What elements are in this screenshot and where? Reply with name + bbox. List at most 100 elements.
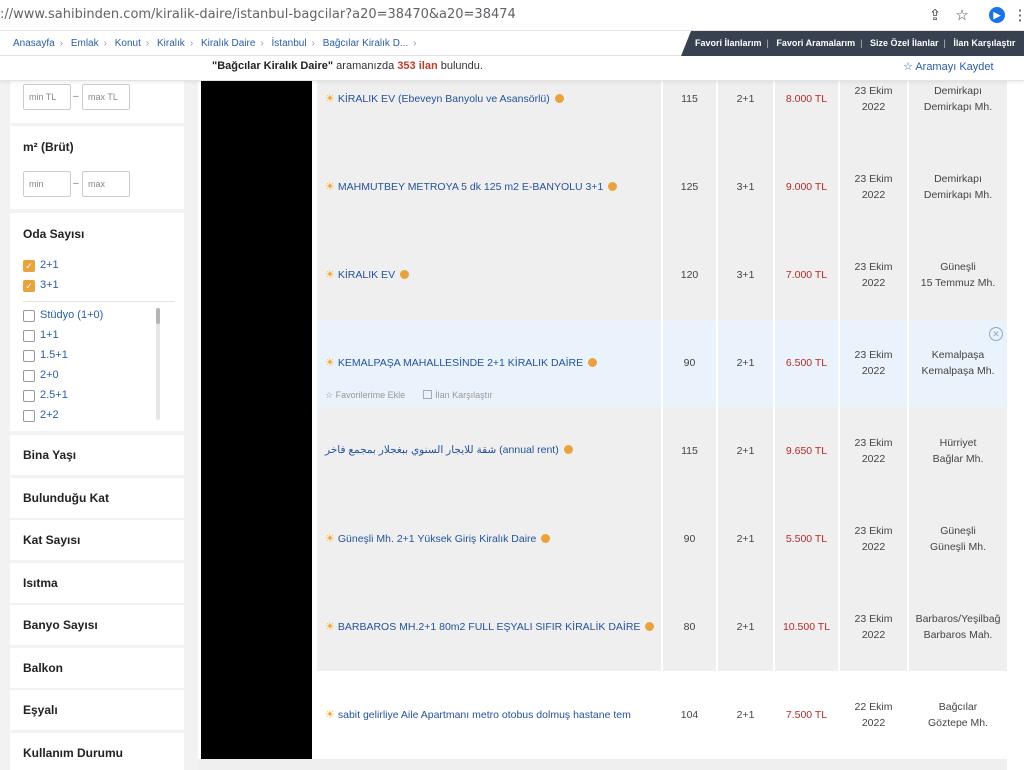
room-checkbox[interactable] [23, 330, 35, 342]
sun-icon: ☀ [325, 709, 335, 721]
filter-furnished[interactable]: Eşyalı [10, 690, 184, 730]
breadcrumb-item[interactable]: Emlak [71, 38, 99, 49]
room-checkbox-checked[interactable]: ✓ [23, 260, 35, 272]
listing-date: 23 Ekim 2022 [840, 143, 908, 231]
listing-price: 9.000 TL [775, 143, 839, 231]
listing-rooms: 2+1 [718, 81, 774, 143]
highlight-icon [400, 270, 410, 279]
listing-price: 9.650 TL [775, 407, 839, 495]
listing-thumbnail[interactable] [201, 495, 312, 583]
filter-sidebar: min TL – max TL m² (Brüt) min – max Oda … [0, 81, 198, 770]
listing-rooms: 2+1 [718, 583, 774, 671]
listing-title[interactable]: شقة للايجار السنوي ببغجلار بمجمع فاخر (a… [325, 444, 573, 456]
filter-bathroom-count[interactable]: Banyo Sayısı [10, 605, 184, 645]
table-row-hovered[interactable]: ☀ KEMALPAŞA MAHALLESİNDE 2+1 KİRALIK DAİR… [198, 319, 1024, 407]
m2-max-input[interactable]: max [82, 171, 130, 197]
listing-price: 7.000 TL [775, 231, 839, 319]
listing-title[interactable]: ☀ Güneşli Mh. 2+1 Yüksek Giriş Kiralık Da… [325, 532, 551, 545]
room-checkbox-checked[interactable]: ✓ [23, 280, 35, 292]
room-checkbox[interactable] [23, 410, 35, 422]
room-option-label: 1.5+1 [40, 349, 68, 361]
bookmark-star-icon[interactable]: ☆ [952, 6, 972, 26]
table-row[interactable]: ☀ MAHMUTBEY METROYA 5 dk 125 m2 E-BANYOLU… [198, 143, 1024, 231]
breadcrumb-item[interactable]: Kiralık [157, 38, 185, 49]
table-row[interactable]: ☀ sabit gelirliye Aile Apartmanı metro ot… [198, 671, 1024, 759]
room-option-label: 1+1 [40, 329, 59, 341]
special-listings-link[interactable]: Size Özel İlanlar [870, 38, 939, 48]
table-row[interactable]: ☀ KİRALIK EV 120 3+1 7.000 TL 23 Ekim 2022… [198, 231, 1024, 319]
rooms-scrollbar[interactable] [156, 308, 160, 420]
close-icon[interactable]: ✕ [989, 327, 1003, 341]
breadcrumb-item[interactable]: Kiralık Daire [201, 38, 255, 49]
listing-m2: 115 [663, 407, 717, 495]
listing-date: 23 Ekim 2022 [840, 231, 908, 319]
breadcrumb-item[interactable]: Anasayfa [13, 38, 55, 49]
filter-usage-status[interactable]: Kullanım Durumu [10, 733, 184, 770]
compare-checkbox[interactable]: İlan Karşılaştır [423, 390, 493, 400]
listing-thumbnail[interactable] [201, 407, 312, 495]
user-links-bar: Favori İlanlarım | Favori Aramalarım | Siz… [681, 31, 1024, 56]
m2-min-input[interactable]: min [23, 171, 71, 197]
save-search-link[interactable]: ☆ Aramayı Kaydet [903, 60, 994, 73]
search-summary: "Bağcılar Kiralık Daire" aramanızda 353 … [0, 56, 1024, 81]
breadcrumb-item[interactable]: Konut [115, 38, 141, 49]
listing-location: Barbaros/Yeşilbağ Barbaros Mah. [909, 583, 1008, 671]
m2-filter-title: m² (Brüt) [23, 140, 74, 154]
table-row[interactable] [198, 759, 1024, 770]
listing-title[interactable]: ☀ KİRALIK EV [325, 268, 410, 281]
listing-m2: 120 [663, 231, 717, 319]
breadcrumb-item[interactable]: Bağcılar Kiralık D... [323, 38, 409, 49]
add-favorite-button[interactable]: ☆ Favorilerime Ekle [325, 390, 405, 400]
table-row[interactable]: ☀ Güneşli Mh. 2+1 Yüksek Giriş Kiralık Da… [198, 495, 1024, 583]
filter-floor-count[interactable]: Kat Sayısı [10, 520, 184, 560]
price-max-input[interactable]: max TL [82, 84, 130, 110]
listing-thumbnail[interactable] [201, 583, 312, 671]
listing-title[interactable]: ☀ MAHMUTBEY METROYA 5 dk 125 m2 E-BANYOLU… [325, 180, 618, 193]
table-row[interactable]: ☀ BARBAROS MH.2+1 80m2 FULL EŞYALI SIFIR … [198, 583, 1024, 671]
listing-thumbnail[interactable] [201, 319, 312, 407]
table-row[interactable]: شقة للايجار السنوي ببغجلار بمجمع فاخر (a… [198, 407, 1024, 495]
favorite-listings-link[interactable]: Favori İlanlarım [695, 38, 762, 48]
filter-heating[interactable]: Isıtma [10, 563, 184, 603]
listing-m2: 90 [663, 319, 717, 407]
sun-icon: ☀ [325, 93, 335, 105]
listing-date: 23 Ekim 2022 [840, 81, 908, 143]
room-checkbox[interactable] [23, 390, 35, 402]
compare-listings-link[interactable]: İlan Karşılaştır [953, 38, 1015, 48]
listing-title[interactable]: ☀ sabit gelirliye Aile Apartmanı metro ot… [325, 708, 631, 721]
listing-price: 10.500 TL [775, 583, 839, 671]
rooms-filter-title: Oda Sayısı [23, 227, 85, 241]
more-menu-icon[interactable]: ⋮ [1010, 6, 1024, 26]
listing-title[interactable]: ☀ KİRALIK EV (Ebeveyn Banyolu ve Asansörl… [325, 92, 564, 105]
listing-thumbnail[interactable] [201, 143, 312, 231]
share-icon[interactable]: ⇪ [925, 6, 945, 26]
listing-location: Demirkapı Demirkapı Mh. [909, 143, 1008, 231]
favorite-searches-link[interactable]: Favori Aramalarım [776, 38, 855, 48]
table-row[interactable]: ☀ KİRALIK EV (Ebeveyn Banyolu ve Asansörl… [198, 81, 1024, 143]
listing-rooms: 2+1 [718, 495, 774, 583]
room-checkbox[interactable] [23, 310, 35, 322]
extension-icon[interactable]: ▶ [989, 7, 1005, 23]
room-checkbox[interactable] [23, 370, 35, 382]
listing-price: 7.500 TL [775, 671, 839, 759]
room-option-label: 3+1 [40, 279, 59, 291]
listing-thumbnail[interactable] [201, 231, 312, 319]
listing-thumbnail[interactable] [201, 671, 312, 759]
room-checkbox[interactable] [23, 350, 35, 362]
listing-date: 23 Ekim 2022 [840, 319, 908, 407]
filter-balcony[interactable]: Balkon [10, 648, 184, 688]
listing-thumbnail[interactable] [201, 81, 312, 143]
filter-building-age[interactable]: Bina Yaşı [10, 435, 184, 475]
listing-price: 5.500 TL [775, 495, 839, 583]
star-icon: ☆ [325, 390, 336, 400]
highlight-icon [554, 94, 564, 103]
listing-title[interactable]: ☀ BARBAROS MH.2+1 80m2 FULL EŞYALI SIFIR … [325, 620, 655, 633]
highlight-icon [608, 182, 618, 191]
listing-m2: 125 [663, 143, 717, 231]
price-min-input[interactable]: min TL [23, 84, 71, 110]
listing-location: Güneşli 15 Temmuz Mh. [909, 231, 1008, 319]
listing-title[interactable]: ☀ KEMALPAŞA MAHALLESİNDE 2+1 KİRALIK DAİR… [325, 356, 598, 369]
filter-floor[interactable]: Bulunduğu Kat [10, 478, 184, 518]
breadcrumb-item[interactable]: İstanbul [272, 38, 307, 49]
url-field[interactable]: ://www.sahibinden.com/kiralik-daire/ista… [0, 7, 516, 22]
